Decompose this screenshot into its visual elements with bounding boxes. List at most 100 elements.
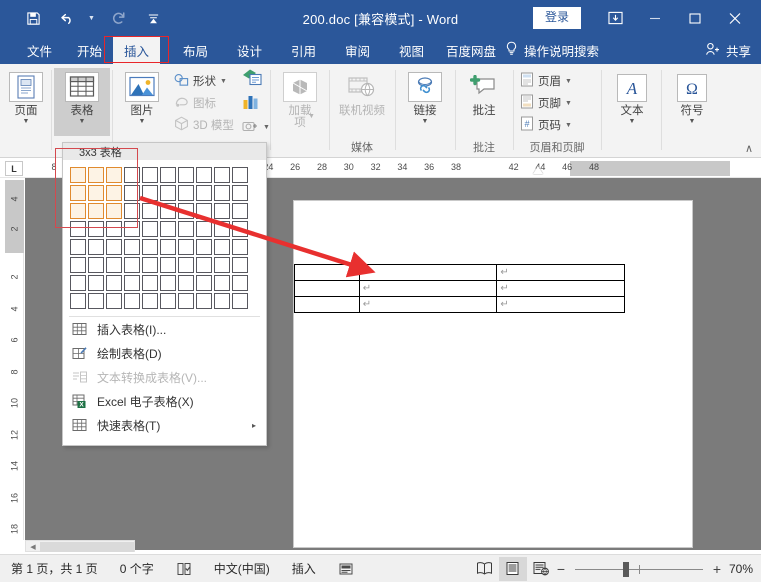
insert-mode-indicator[interactable]: 插入 [281, 558, 327, 580]
table-cell[interactable] [294, 264, 360, 281]
grid-cell-r8-c4[interactable] [123, 292, 141, 310]
grid-cell-r1-c7[interactable] [177, 166, 195, 184]
grid-cell-r2-c1[interactable] [69, 184, 87, 202]
collapse-ribbon-icon[interactable]: ∧ [745, 142, 753, 155]
table-button[interactable]: 表格 ▼ [54, 68, 110, 136]
text-button[interactable]: A 文本 ▼ [606, 68, 658, 136]
grid-cell-r5-c7[interactable] [177, 238, 195, 256]
grid-cell-r1-c3[interactable] [105, 166, 123, 184]
grid-cell-r1-c5[interactable] [141, 166, 159, 184]
grid-cell-r8-c3[interactable] [105, 292, 123, 310]
grid-cell-r1-c8[interactable] [195, 166, 213, 184]
excel-spreadsheet-menuitem[interactable]: X Excel 电子表格(X) [63, 389, 266, 413]
record-macro-icon[interactable] [327, 558, 365, 580]
grid-cell-r7-c4[interactable] [123, 274, 141, 292]
grid-cell-r7-c2[interactable] [87, 274, 105, 292]
grid-cell-r3-c1[interactable] [69, 202, 87, 220]
grid-cell-r8-c9[interactable] [213, 292, 231, 310]
grid-cell-r3-c2[interactable] [87, 202, 105, 220]
grid-cell-r3-c10[interactable] [231, 202, 249, 220]
grid-cell-r1-c2[interactable] [87, 166, 105, 184]
grid-cell-r6-c6[interactable] [159, 256, 177, 274]
grid-cell-r8-c7[interactable] [177, 292, 195, 310]
grid-cell-r6-c4[interactable] [123, 256, 141, 274]
smartart-item[interactable] [242, 69, 262, 88]
grid-cell-r6-c2[interactable] [87, 256, 105, 274]
zoom-level[interactable]: 70% [723, 562, 761, 576]
shapes-dropdown-icon[interactable]: ▼ [220, 78, 227, 85]
table-row[interactable]: ↵ ↵ [294, 280, 625, 297]
grid-cell-r8-c5[interactable] [141, 292, 159, 310]
symbol-dropdown-icon[interactable]: ▼ [689, 118, 696, 125]
text-dropdown-icon[interactable]: ▼ [629, 118, 636, 125]
grid-cell-r4-c3[interactable] [105, 220, 123, 238]
grid-cell-r3-c9[interactable] [213, 202, 231, 220]
grid-cell-r4-c8[interactable] [195, 220, 213, 238]
grid-cell-r1-c10[interactable] [231, 166, 249, 184]
grid-cell-r5-c1[interactable] [69, 238, 87, 256]
grid-cell-r4-c1[interactable] [69, 220, 87, 238]
grid-cell-r2-c8[interactable] [195, 184, 213, 202]
grid-cell-r4-c6[interactable] [159, 220, 177, 238]
grid-cell-r3-c7[interactable] [177, 202, 195, 220]
read-mode-view-button[interactable] [471, 557, 499, 581]
grid-cell-r3-c3[interactable] [105, 202, 123, 220]
grid-cell-r3-c8[interactable] [195, 202, 213, 220]
table-size-grid[interactable] [63, 160, 266, 314]
tab-design[interactable]: 设计 [228, 36, 271, 64]
grid-cell-r2-c7[interactable] [177, 184, 195, 202]
undo-dropdown-icon[interactable]: ▼ [88, 15, 95, 22]
vertical-ruler[interactable]: 4 2 2 4 6 8 10 12 14 16 18 [5, 180, 24, 540]
footer-dropdown-icon[interactable]: ▼ [565, 100, 572, 107]
grid-cell-r8-c1[interactable] [69, 292, 87, 310]
save-icon[interactable] [22, 7, 44, 29]
grid-cell-r8-c2[interactable] [87, 292, 105, 310]
grid-cell-r1-c6[interactable] [159, 166, 177, 184]
grid-cell-r1-c9[interactable] [213, 166, 231, 184]
table-cell[interactable] [294, 280, 360, 297]
table-cell[interactable] [294, 296, 360, 313]
share-button[interactable]: 共享 [705, 36, 751, 64]
tab-stop-selector-button[interactable]: L [5, 161, 23, 176]
link-dropdown-icon[interactable]: ▼ [422, 118, 429, 125]
tab-home[interactable]: 开始 [68, 36, 111, 64]
zoom-slider[interactable] [574, 559, 703, 579]
sign-in-button[interactable]: 登录 [532, 7, 581, 29]
scroll-left-icon[interactable]: ◀ [27, 542, 39, 552]
zoom-slider-thumb[interactable] [622, 561, 629, 577]
table-cell[interactable]: ↵ [358, 264, 498, 281]
quick-tables-menuitem[interactable]: 快速表格(T) ▸ [63, 413, 266, 437]
horizontal-scrollbar[interactable]: ◀ [25, 540, 135, 552]
grid-cell-r4-c7[interactable] [177, 220, 195, 238]
grid-cell-r2-c5[interactable] [141, 184, 159, 202]
inserted-table[interactable]: ↵ ↵ ↵ ↵ ↵ ↵ [294, 264, 625, 313]
grid-cell-r5-c9[interactable] [213, 238, 231, 256]
horizontal-scroll-thumb[interactable] [40, 542, 134, 552]
grid-cell-r5-c4[interactable] [123, 238, 141, 256]
header-item[interactable]: 页眉 ▼ [520, 72, 572, 90]
grid-cell-r5-c10[interactable] [231, 238, 249, 256]
right-indent-marker[interactable] [533, 166, 543, 174]
grid-cell-r1-c1[interactable] [69, 166, 87, 184]
pictures-dropdown-icon[interactable]: ▼ [139, 118, 146, 125]
zoom-in-button[interactable]: + [711, 561, 723, 577]
grid-cell-r2-c3[interactable] [105, 184, 123, 202]
grid-cell-r7-c3[interactable] [105, 274, 123, 292]
header-dropdown-icon[interactable]: ▼ [565, 78, 572, 85]
shapes-item[interactable]: 形状 ▼ [174, 72, 227, 90]
minimize-button[interactable] [635, 0, 675, 36]
comment-button[interactable]: 批注 [458, 68, 510, 136]
grid-cell-r6-c10[interactable] [231, 256, 249, 274]
redo-icon[interactable] [108, 7, 130, 29]
grid-cell-r2-c2[interactable] [87, 184, 105, 202]
tab-insert[interactable]: 插入 [113, 36, 160, 64]
proofing-errors-icon[interactable] [165, 558, 203, 580]
grid-cell-r7-c6[interactable] [159, 274, 177, 292]
pages-dropdown-icon[interactable]: ▼ [23, 118, 30, 125]
grid-cell-r4-c10[interactable] [231, 220, 249, 238]
grid-cell-r2-c6[interactable] [159, 184, 177, 202]
grid-cell-r3-c5[interactable] [141, 202, 159, 220]
table-row[interactable]: ↵ ↵ [294, 264, 625, 281]
grid-cell-r7-c5[interactable] [141, 274, 159, 292]
grid-cell-r5-c2[interactable] [87, 238, 105, 256]
